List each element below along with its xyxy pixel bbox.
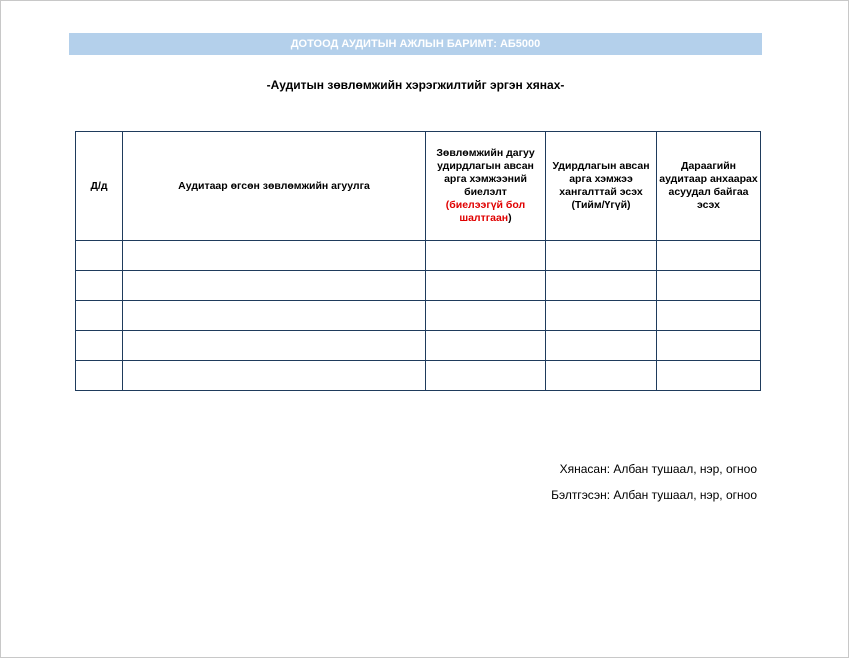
audit-recommendations-table: Д/д Аудитаар өгсөн зөвлөмжийн агуулга Зө… [75, 131, 761, 391]
table-cell[interactable] [122, 270, 426, 301]
table-cell[interactable] [75, 360, 123, 391]
table-cell[interactable] [122, 300, 426, 331]
table-cell[interactable] [656, 360, 761, 391]
table-row [75, 240, 761, 271]
table-cell[interactable] [425, 360, 546, 391]
table-header-row: Д/д Аудитаар өгсөн зөвлөмжийн агуулга Зө… [75, 131, 761, 241]
column-header-content: Аудитаар өгсөн зөвлөмжийн агуулга [122, 131, 426, 241]
table-cell[interactable] [122, 330, 426, 361]
column-header-number: Д/д [75, 131, 123, 241]
table-cell[interactable] [75, 300, 123, 331]
table-cell[interactable] [545, 240, 657, 271]
table-row [75, 360, 761, 391]
table-cell[interactable] [425, 330, 546, 361]
column-header-implementation: Зөвлөмжийн дагуу удирдлагын авсан арга х… [425, 131, 546, 241]
document-page: ДОТООД АУДИТЫН АЖЛЫН БАРИМТ: АБ5000 -Ауд… [0, 0, 849, 658]
table-cell[interactable] [656, 270, 761, 301]
table-row [75, 270, 761, 301]
table-cell[interactable] [545, 270, 657, 301]
column-header-adequacy: Удирдлагын авсан арга хэмжээ хангалттай … [545, 131, 657, 241]
table-cell[interactable] [425, 240, 546, 271]
table-cell[interactable] [425, 270, 546, 301]
table-row [75, 300, 761, 331]
column-header-next-audit: Дараагийн аудитаар анхаарах асуудал байг… [656, 131, 761, 241]
table-cell[interactable] [75, 240, 123, 271]
table-cell[interactable] [545, 300, 657, 331]
table-cell[interactable] [75, 330, 123, 361]
reviewed-signature-line: Хянасан: Албан тушаал, нэр, огноо [559, 462, 757, 476]
column-header-implementation-main: Зөвлөмжийн дагуу удирдлагын авсан арга х… [436, 147, 535, 198]
column-header-implementation-close: ) [508, 212, 512, 224]
table-cell[interactable] [545, 330, 657, 361]
document-title: -Аудитын зөвлөмжийн хэрэгжилтийг эргэн х… [266, 78, 565, 92]
column-header-implementation-note: (биелээгүй бол шалтгаан [445, 199, 526, 224]
table-cell[interactable] [425, 300, 546, 331]
prepared-signature-line: Бэлтгэсэн: Албан тушаал, нэр, огноо [551, 488, 757, 502]
table-row [75, 330, 761, 361]
table-cell[interactable] [656, 330, 761, 361]
document-header-title: ДОТООД АУДИТЫН АЖЛЫН БАРИМТ: АБ5000 [290, 38, 541, 50]
table-cell[interactable] [656, 240, 761, 271]
table-cell[interactable] [545, 360, 657, 391]
table-cell[interactable] [122, 240, 426, 271]
table-cell[interactable] [656, 300, 761, 331]
document-header-bar: ДОТООД АУДИТЫН АЖЛЫН БАРИМТ: АБ5000 [69, 33, 762, 55]
table-cell[interactable] [75, 270, 123, 301]
table-cell[interactable] [122, 360, 426, 391]
